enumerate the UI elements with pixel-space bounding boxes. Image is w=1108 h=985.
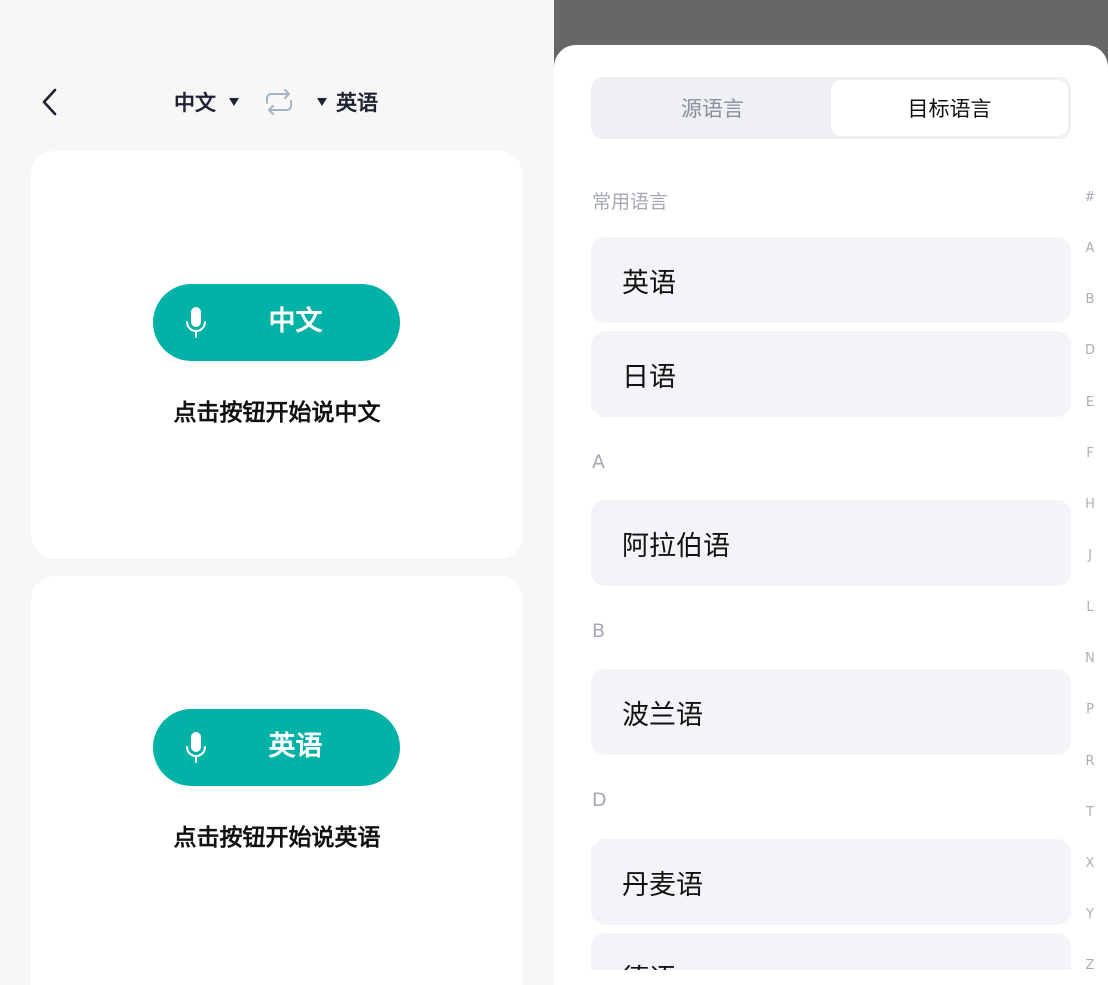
swap-icon[interactable] <box>262 87 296 117</box>
speak-source-label: 中文 <box>268 306 323 337</box>
target-language-label[interactable]: 英语 <box>336 87 378 117</box>
language-picker-sheet: 源语言 目标语言 常用语言 英语 日语 A 阿拉伯语 B 波兰语 D 丹麦语 德… <box>554 45 1108 985</box>
caret-down-icon[interactable] <box>226 94 242 110</box>
index-letter[interactable]: N <box>1082 651 1098 666</box>
index-letter[interactable]: E <box>1082 395 1098 410</box>
source-speech-card: 中文 点击按钮开始说中文 <box>31 151 523 559</box>
source-language-label[interactable]: 中文 <box>174 87 216 117</box>
language-option[interactable]: 德语 <box>591 933 1071 970</box>
index-letter[interactable]: J <box>1082 548 1098 563</box>
caret-down-icon[interactable] <box>314 94 330 110</box>
index-letter[interactable]: H <box>1082 497 1098 512</box>
index-letter[interactable]: A <box>1082 241 1098 256</box>
section-header: D <box>592 789 607 811</box>
index-letter[interactable]: Z <box>1082 958 1098 973</box>
speak-source-button[interactable]: 中文 <box>153 284 400 361</box>
index-letter[interactable]: R <box>1082 754 1098 769</box>
language-option[interactable]: 波兰语 <box>591 669 1071 755</box>
language-tabs: 源语言 目标语言 <box>591 77 1071 139</box>
app-screen: 中文 英语 中文 点击按钮开始说中文 英语 点击按钮开始说英语 源语言 目标语言… <box>0 0 1108 985</box>
section-header: A <box>592 451 605 473</box>
speak-target-label: 英语 <box>268 731 323 762</box>
source-hint-text: 点击按钮开始说中文 <box>173 400 381 426</box>
back-button[interactable] <box>30 82 70 122</box>
index-letter[interactable]: Y <box>1082 907 1098 922</box>
top-nav: 中文 英语 <box>0 72 554 132</box>
index-letter[interactable]: T <box>1082 805 1098 820</box>
language-option[interactable]: 阿拉伯语 <box>591 500 1071 586</box>
index-letter[interactable]: B <box>1082 292 1098 307</box>
language-picker-overlay[interactable]: 源语言 目标语言 常用语言 英语 日语 A 阿拉伯语 B 波兰语 D 丹麦语 德… <box>554 0 1108 985</box>
language-option[interactable]: 英语 <box>591 237 1071 323</box>
section-header: 常用语言 <box>592 191 669 213</box>
target-hint-text: 点击按钮开始说英语 <box>173 825 381 851</box>
language-option[interactable]: 日语 <box>591 331 1071 417</box>
index-letter[interactable]: X <box>1082 856 1098 871</box>
language-switcher: 中文 英语 <box>174 86 378 118</box>
chevron-left-icon <box>42 88 57 116</box>
index-letter[interactable]: # <box>1082 190 1098 205</box>
index-letter[interactable]: F <box>1082 446 1098 461</box>
index-letter[interactable]: P <box>1082 702 1098 717</box>
target-speech-card: 英语 点击按钮开始说英语 <box>31 576 523 985</box>
translate-screen: 中文 英语 中文 点击按钮开始说中文 英语 点击按钮开始说英语 <box>0 0 554 985</box>
section-header: B <box>592 620 606 642</box>
language-option[interactable]: 丹麦语 <box>591 839 1071 925</box>
speak-target-button[interactable]: 英语 <box>153 709 400 786</box>
language-list[interactable]: 常用语言 英语 日语 A 阿拉伯语 B 波兰语 D 丹麦语 德语 <box>591 175 1071 970</box>
tab-target-language[interactable]: 目标语言 <box>831 80 1068 136</box>
tab-source-language[interactable]: 源语言 <box>594 80 831 136</box>
index-letter[interactable]: D <box>1082 343 1098 358</box>
index-letter[interactable]: L <box>1082 600 1098 615</box>
